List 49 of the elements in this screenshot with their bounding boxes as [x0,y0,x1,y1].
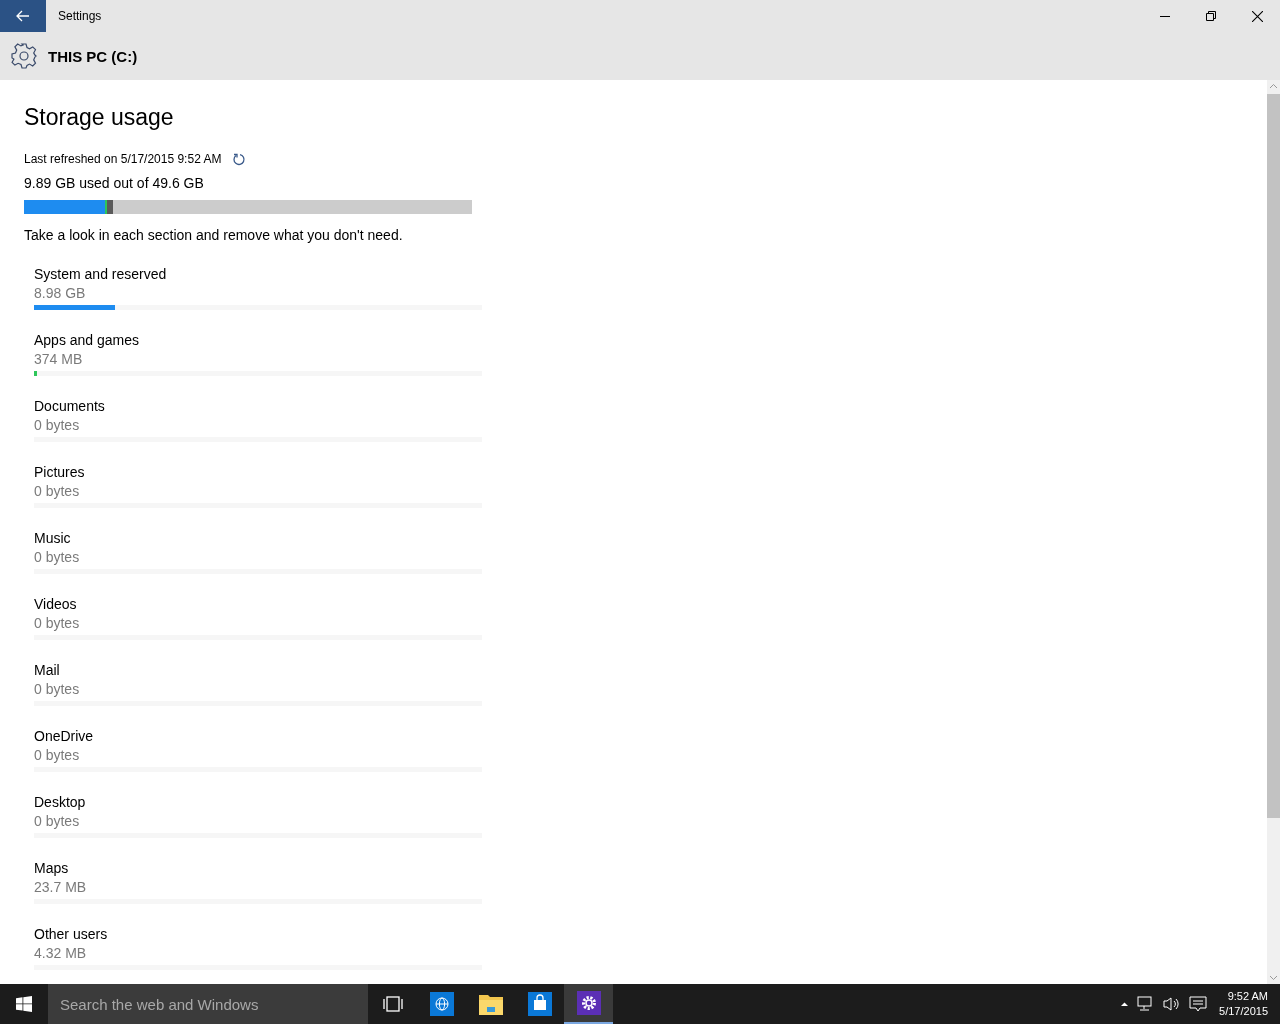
volume-icon[interactable] [1163,996,1182,1012]
page-header-title: THIS PC (C:) [48,47,138,65]
category-name[interactable]: Documents [34,397,105,416]
category-name[interactable]: Videos [34,595,77,614]
scrollbar[interactable] [1267,80,1280,984]
storage-summary: 9.89 GB used out of 49.6 GB [24,175,205,191]
hint-text: Take a look in each section and remove what you don't need. [24,227,404,243]
back-button[interactable] [0,0,46,32]
gear-icon [11,43,37,69]
category-name[interactable]: Maps [34,859,69,878]
category-size: 8.98 GB [34,284,86,303]
back-arrow-icon [16,10,30,22]
clock-date[interactable]: 5/17/2015 [1219,1004,1268,1019]
category-name[interactable]: Mail [34,661,60,680]
restore-icon [1206,11,1216,21]
category-size: 0 bytes [34,746,80,765]
category-name[interactable]: Pictures [34,463,85,482]
category-name[interactable]: System and reserved [34,265,167,284]
category-size: 0 bytes [34,614,80,633]
category-size: 0 bytes [34,416,80,435]
last-refreshed-text: Last refreshed on 5/17/2015 9:52 AM [24,152,222,166]
category-size: 0 bytes [34,482,80,501]
clock-time[interactable]: 9:52 AM [1227,989,1268,1004]
taskbar-app-button[interactable] [564,984,613,1024]
folder-icon [478,993,503,1015]
action-center-icon[interactable] [1189,996,1208,1012]
scrollbar-thumb[interactable] [1267,94,1280,818]
globe-icon [429,992,454,1016]
category-size: 374 MB [34,350,83,369]
category-size: 0 bytes [34,548,80,567]
caret-up-icon[interactable] [1120,1001,1130,1007]
category-name[interactable]: Music [34,529,71,548]
category-name[interactable]: OneDrive [34,727,94,746]
settings-icon [576,991,601,1015]
page-title: Storage usage [24,104,175,132]
close-icon [1251,10,1263,22]
category-size: 23.7 MB [34,878,87,897]
refresh-icon[interactable] [233,152,247,166]
category-size: 4.32 MB [34,944,87,963]
category-name[interactable]: Other users [34,925,108,944]
category-name[interactable]: Apps and games [34,331,140,350]
category-name[interactable]: Desktop [34,793,86,812]
task-view-icon [382,996,403,1012]
category-size: 0 bytes [34,812,80,831]
window-title: Settings [58,9,102,23]
taskbar-search-field[interactable]: Search the web and Windows [48,984,368,1024]
windows-logo-icon [16,996,32,1012]
category-size: 0 bytes [34,680,80,699]
shopping-bag-icon [527,992,552,1016]
